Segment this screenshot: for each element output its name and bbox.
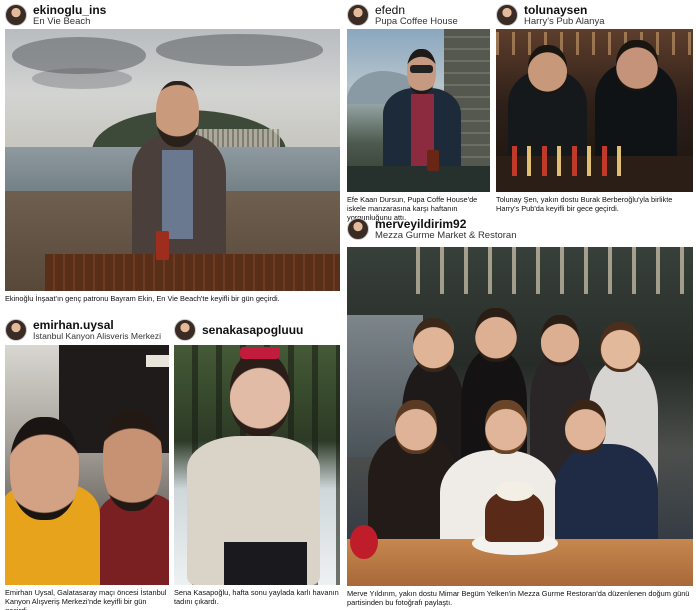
post-header: tolunaysen Harry's Pub Alanya bbox=[496, 2, 694, 30]
post-header: emirhan.uysal İstanbul Kanyon Alisveris … bbox=[5, 317, 171, 345]
location[interactable]: En Vie Beach bbox=[33, 16, 90, 27]
post-header: merveyildirim92 Mezza Gurme Market & Res… bbox=[347, 216, 694, 244]
post-photo bbox=[5, 345, 169, 585]
post-caption: Sena Kasapoğlu, hafta sonu yaylada karlı… bbox=[174, 588, 339, 606]
avatar[interactable] bbox=[5, 319, 27, 341]
location[interactable]: Pupa Coffee House bbox=[375, 16, 458, 27]
post-caption: Emirhan Uysal, Galatasaray maçı öncesi İ… bbox=[5, 588, 167, 610]
post-ekinoglu: ekinoglu_ins En Vie Beach Ekinoğlu İnşaa… bbox=[5, 2, 341, 307]
post-photo bbox=[5, 29, 340, 291]
post-tolunaysen: tolunaysen Harry's Pub Alanya Tolunay Şe… bbox=[496, 2, 694, 214]
avatar[interactable] bbox=[174, 319, 196, 341]
username[interactable]: ekinoglu_ins bbox=[33, 3, 106, 17]
post-header: ekinoglu_ins En Vie Beach bbox=[5, 2, 341, 30]
post-photo bbox=[496, 29, 693, 192]
avatar[interactable] bbox=[347, 4, 369, 26]
location[interactable]: İstanbul Kanyon Alisveris Merkezi bbox=[33, 331, 161, 341]
avatar[interactable] bbox=[5, 4, 27, 26]
post-efedn: efedn Pupa Coffee House Efe Kaan Dursun,… bbox=[347, 2, 492, 222]
location[interactable]: Harry's Pub Alanya bbox=[524, 16, 605, 27]
avatar[interactable] bbox=[496, 4, 518, 26]
avatar[interactable] bbox=[347, 218, 369, 240]
location[interactable]: Mezza Gurme Market & Restoran bbox=[375, 230, 517, 241]
username[interactable]: efedn bbox=[375, 3, 405, 17]
post-senakasapoglu: senakasapogluuu Sena Kasapoğlu, hafta so… bbox=[174, 317, 342, 610]
post-photo bbox=[347, 247, 693, 586]
post-caption: Tolunay Şen, yakın dostu Burak Berberoğl… bbox=[496, 195, 673, 213]
post-header: senakasapogluuu bbox=[174, 317, 342, 345]
post-caption: Merve Yıldırım, yakın dostu Mimar Begüm … bbox=[347, 589, 690, 607]
post-photo bbox=[347, 29, 490, 192]
username[interactable]: merveyildirim92 bbox=[375, 217, 466, 231]
username[interactable]: emirhan.uysal bbox=[33, 318, 114, 332]
post-caption: Ekinoğlu İnşaat'ın genç patronu Bayram E… bbox=[5, 294, 280, 303]
username[interactable]: tolunaysen bbox=[524, 3, 587, 17]
post-photo bbox=[174, 345, 340, 585]
username[interactable]: senakasapogluuu bbox=[202, 323, 303, 337]
post-merveyildirim: merveyildirim92 Mezza Gurme Market & Res… bbox=[347, 216, 694, 610]
post-emirhan: emirhan.uysal İstanbul Kanyon Alisveris … bbox=[5, 317, 171, 610]
post-header: efedn Pupa Coffee House bbox=[347, 2, 492, 30]
